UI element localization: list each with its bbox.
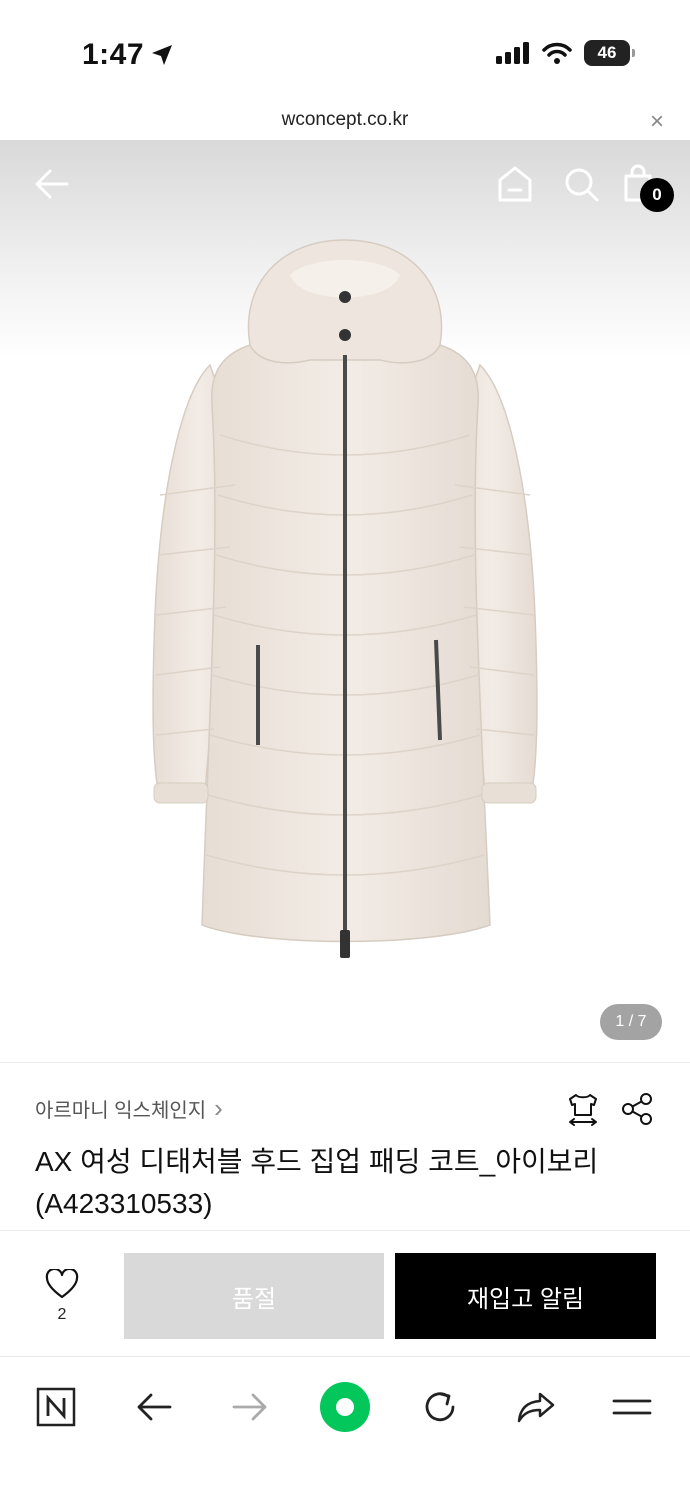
menu-icon — [612, 1399, 652, 1415]
battery-indicator: 46 — [584, 40, 635, 66]
browser-share-icon — [517, 1392, 555, 1423]
browser-share-button[interactable] — [506, 1377, 566, 1437]
product-info: 아르마니 익스체인지 › AX 여성 디태처블 후드 집업 패딩 코트_아이보리… — [0, 1062, 690, 1230]
like-count: 2 — [57, 1306, 67, 1323]
naver-n-icon — [36, 1387, 76, 1427]
share-icon[interactable] — [620, 1091, 654, 1127]
browser-url-bar[interactable]: wconcept.co.kr × — [0, 100, 690, 140]
browser-back-button[interactable] — [124, 1377, 184, 1437]
chevron-right-icon: › — [214, 1093, 223, 1123]
browser-forward-button[interactable] — [220, 1377, 280, 1437]
like-button[interactable]: 2 — [40, 1267, 84, 1324]
search-icon[interactable] — [562, 162, 600, 206]
heart-icon — [45, 1267, 79, 1299]
time-text: 1:47 — [82, 38, 145, 71]
product-photo — [152, 239, 538, 958]
home-icon[interactable] — [496, 162, 534, 206]
size-guide-icon[interactable] — [566, 1091, 600, 1127]
browser-forward-icon — [232, 1393, 267, 1421]
green-dot-button[interactable] — [315, 1377, 375, 1437]
back-arrow-icon[interactable] — [34, 162, 70, 206]
status-bar: 1:47 46 — [0, 0, 690, 110]
brand-link[interactable]: 아르마니 익스체인지 › — [35, 1093, 223, 1124]
restock-alert-button[interactable]: 재입고 알림 — [395, 1253, 656, 1339]
browser-toolbar — [0, 1356, 690, 1500]
url-text: wconcept.co.kr — [281, 109, 409, 130]
green-dot-icon — [320, 1382, 370, 1432]
cart-count-badge: 0 — [640, 178, 674, 212]
browser-back-icon — [137, 1393, 172, 1421]
status-indicators: 46 — [496, 40, 635, 66]
refresh-button[interactable] — [410, 1377, 470, 1437]
status-time: 1:47 — [82, 38, 174, 72]
product-image-gallery[interactable]: 0 1 / 7 — [0, 140, 690, 1060]
brand-name: 아르마니 익스체인지 — [35, 1100, 207, 1122]
signal-icon — [496, 42, 529, 64]
product-title: AX 여성 디태처블 후드 집업 패딩 코트_아이보리 (A423310533) — [35, 1146, 599, 1219]
wifi-icon — [542, 42, 572, 64]
image-counter: 1 / 7 — [600, 1004, 662, 1040]
soldout-button[interactable]: 품절 — [124, 1253, 384, 1339]
naver-home-button[interactable] — [26, 1377, 86, 1437]
purchase-action-bar: 2 품절 재입고 알림 — [0, 1230, 690, 1356]
location-arrow-icon — [152, 45, 173, 65]
product-info-actions — [566, 1091, 654, 1127]
close-icon[interactable]: × — [650, 108, 664, 136]
refresh-icon — [425, 1392, 455, 1422]
browser-menu-button[interactable] — [602, 1377, 662, 1437]
